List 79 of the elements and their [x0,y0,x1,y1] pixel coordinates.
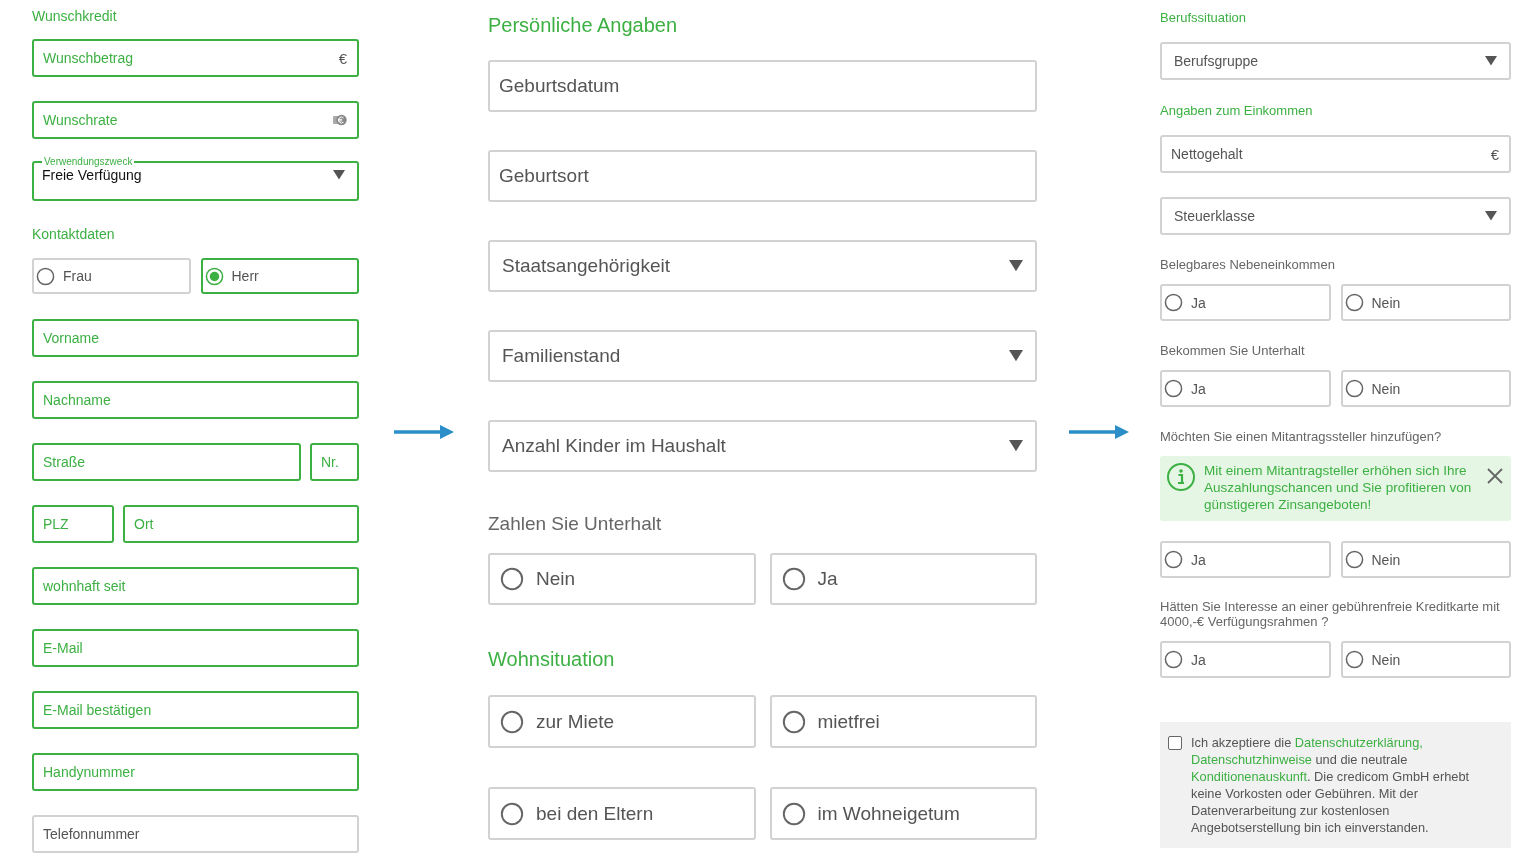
input-field[interactable]: E-Mail [32,629,359,667]
input-field[interactable]: Nachname [32,381,359,419]
section-heading: Wunschkredit [32,7,118,25]
radio-option[interactable]: zur Miete [488,695,756,748]
radio-icon [1164,293,1183,312]
radio-icon [36,266,55,286]
question-label: Bekommen Sie Unterhalt [1160,343,1306,358]
dropdown[interactable]: Verwendungszweck Freie Verfügung [32,157,359,201]
radio-icon [1344,650,1364,669]
euro-sign: € [1490,145,1499,163]
input-field[interactable]: Nr. [310,443,359,481]
input-field[interactable]: Handynummer [32,753,359,791]
input-field[interactable]: wohnhaft seit [32,567,359,605]
question-label: Hätten Sie Interesse an einer gebührenfreie Kreditkarte mit 4000,-€ Verfügungsrahmen ? [1160,599,1501,629]
radio-option[interactable]: Ja [1160,541,1331,578]
section-heading: Berufssituation [1160,9,1247,26]
radio-icon [781,567,806,591]
radio-option[interactable]: mietfrei [769,695,1037,748]
radio-icon [500,567,524,591]
arrow-icon [393,424,454,440]
caret-icon [1009,440,1023,452]
radio-icon [204,266,224,286]
caret-icon [1485,211,1497,221]
input-field[interactable]: E-Mail bestätigen [32,691,359,729]
dropdown[interactable]: Steuerklasse [1160,197,1511,235]
radio-option[interactable]: Nein [488,553,756,605]
radio-option[interactable]: Nein [1340,641,1511,678]
radio-icon [1164,379,1183,398]
radio-option[interactable]: Ja [769,553,1037,605]
question-label: Zahlen Sie Unterhalt [488,513,663,534]
radio-option[interactable]: im Wohneigetum [769,787,1037,840]
euro-sign: € [338,49,347,67]
dropdown[interactable]: Anzahl Kinder im Haushalt [488,420,1037,472]
radio-option[interactable]: Nein [1340,370,1511,407]
info-text: Mit einem Mitantragsteller erhöhen sich Ihre Auszahlungschancen und Sie profitieren von günstigeren Zinsangeboten! [1204,462,1473,513]
dropdown[interactable]: Familienstand [488,330,1037,382]
radio-option[interactable]: Ja [1160,370,1331,407]
radio-option[interactable]: Ja [1160,641,1331,678]
radio-option[interactable]: Nein [1340,284,1511,321]
coins-icon [333,114,347,126]
dropdown[interactable]: Berufsgruppe [1160,42,1511,80]
radio-icon [1164,650,1183,669]
radio-option[interactable]: bei den Eltern [488,787,756,840]
section-heading: Angaben zum Einkommen [1160,102,1314,119]
question-label: Möchten Sie einen Mitantragssteller hinzufügen? [1160,429,1443,444]
close-button[interactable] [1487,468,1503,484]
input-field[interactable]: Geburtsdatum [488,60,1037,112]
input-field[interactable]: Wunschrate [32,101,359,139]
caret-icon [1009,350,1023,362]
radio-icon [781,801,806,826]
input-field[interactable]: Geburtsort [488,150,1037,202]
arrow-icon [1068,424,1129,440]
dropdown[interactable]: Staatsangehörigkeit [488,240,1037,292]
radio-option[interactable]: Ja [1160,284,1331,321]
caret-icon [1009,260,1023,272]
radio-icon [1344,379,1364,398]
radio-option[interactable]: Nein [1340,541,1511,578]
question-label: Belegbares Nebeneinkommen [1160,257,1336,272]
radio-icon [500,801,524,826]
input-field[interactable]: Ort [123,505,359,543]
input-field[interactable]: Telefonnummer [32,815,359,853]
radio-icon [1164,550,1183,569]
caret-icon [1485,56,1497,66]
consent-text: Ich akzeptiere die Datenschutzerklärung, Datenschutzhinweise und die neutrale Konditionenauskunft. Die credicom GmbH erhebt keine Vorkosten oder Gebühren. Mit der Datenverarbeitung zur kostenlosen Angebotserstellung bin ich einverstanden. [1191,734,1471,837]
checkbox[interactable] [1168,736,1182,750]
radio-icon [1344,550,1364,569]
radio-option[interactable]: Herr [200,258,359,294]
input-field[interactable]: Vorname [32,319,359,357]
input-field[interactable]: Straße [32,443,301,481]
radio-icon [781,709,806,734]
radio-icon [1344,293,1364,312]
radio-option[interactable]: Frau [32,258,191,294]
section-heading: Wohnsituation [488,647,616,671]
section-heading: Persönliche Angaben [488,13,679,37]
section-heading: Kontaktdaten [32,225,116,243]
caret-icon [333,170,345,180]
info-icon [1166,462,1196,492]
radio-icon [500,709,524,734]
input-field[interactable]: PLZ [32,505,114,543]
